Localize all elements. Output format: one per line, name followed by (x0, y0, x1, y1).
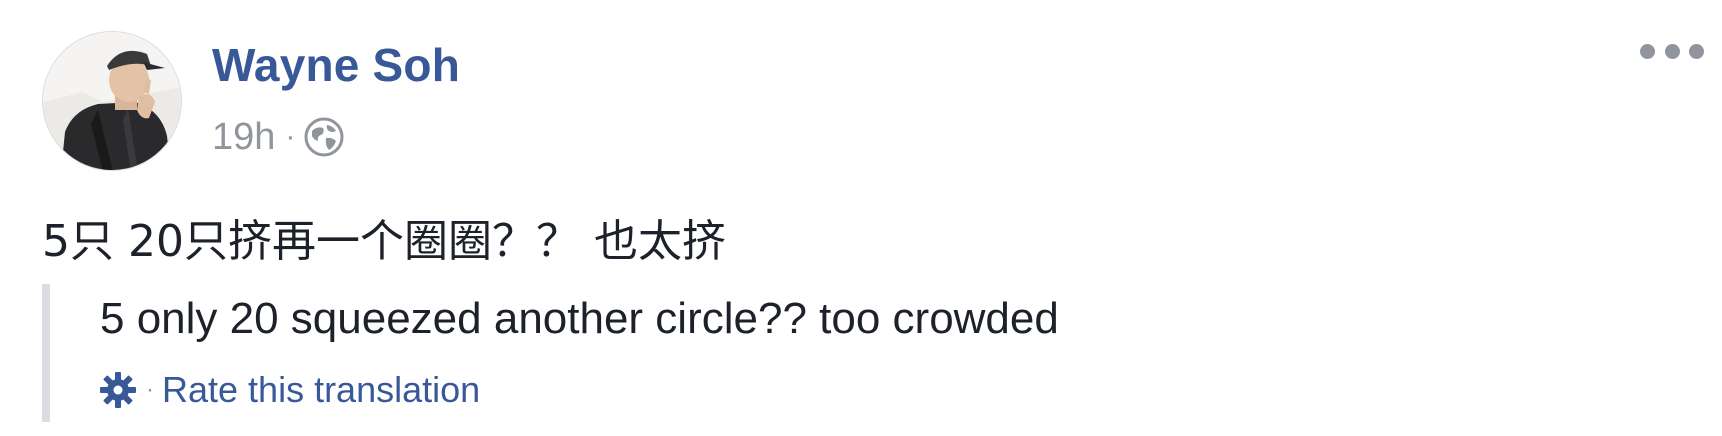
author-name[interactable]: Wayne Soh (212, 38, 460, 92)
rate-separator: · (146, 376, 154, 403)
rate-translation-link[interactable]: Rate this translation (162, 369, 480, 411)
post-meta: 19h · (212, 112, 345, 162)
more-dot (1689, 43, 1704, 59)
translated-text: 5 only 20 squeezed another circle?? too … (100, 294, 1059, 343)
meta-separator: · (285, 120, 296, 153)
gear-icon[interactable] (98, 370, 138, 410)
more-dot (1664, 43, 1680, 59)
more-dot (1640, 43, 1655, 59)
post-card: Wayne Soh 19h · 5只 20只挤再一个圈圈？？ 也太挤 5 onl… (0, 0, 1722, 436)
more-options-icon[interactable] (1640, 36, 1704, 66)
globe-icon[interactable] (303, 116, 345, 158)
rate-translation-row: · Rate this translation (98, 368, 480, 412)
avatar-photo (43, 32, 181, 170)
post-timestamp[interactable]: 19h (212, 116, 275, 159)
translation-block: 5 only 20 squeezed another circle?? too … (42, 284, 1242, 422)
author-avatar[interactable] (42, 31, 182, 171)
post-text: 5只 20只挤再一个圈圈？？ 也太挤 (42, 216, 726, 267)
